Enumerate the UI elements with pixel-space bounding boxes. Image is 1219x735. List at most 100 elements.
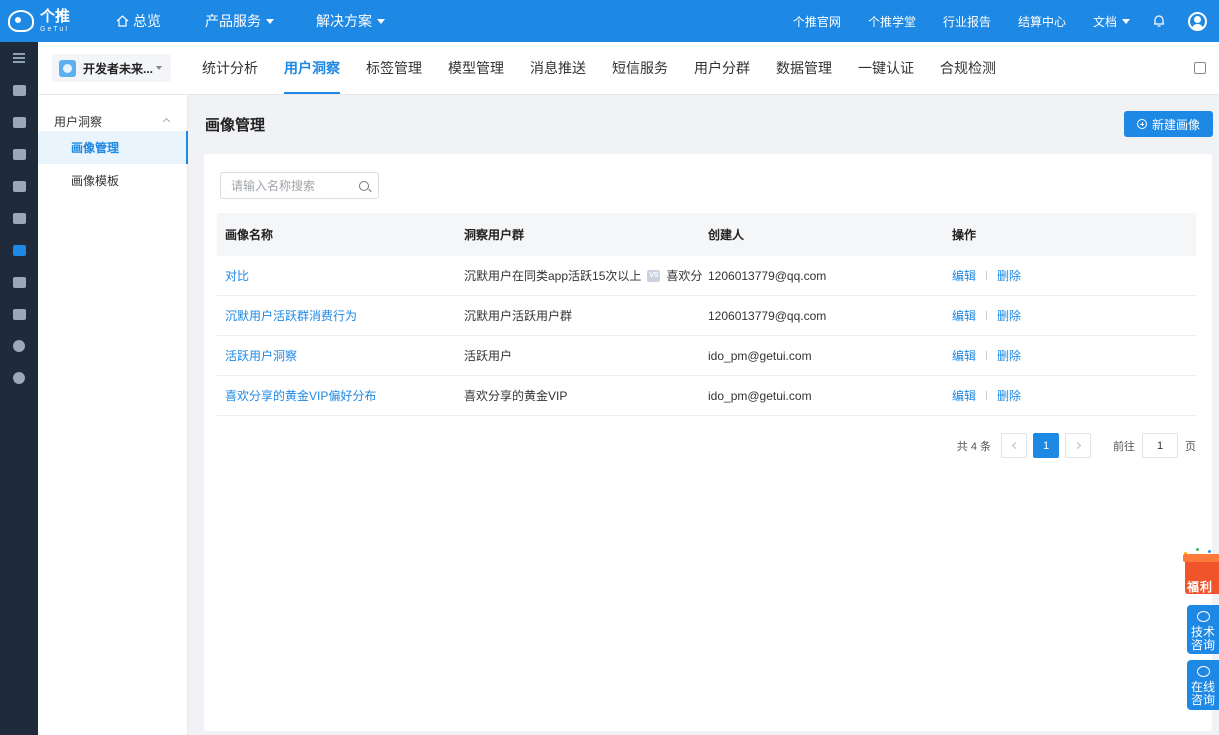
edit-link[interactable]: 编辑	[952, 387, 976, 404]
logo-text: 个推	[40, 8, 71, 25]
caret-down-icon	[1122, 18, 1130, 24]
nav-solutions[interactable]: 解决方案	[316, 11, 385, 31]
link-academy[interactable]: 个推学堂	[868, 13, 916, 30]
submenu-item-profile-management[interactable]: 画像管理	[38, 131, 188, 164]
profile-name-link[interactable]: 沉默用户活跃群消费行为	[225, 309, 357, 323]
sidebar-push[interactable]	[0, 266, 38, 298]
sidebar-auth[interactable]	[0, 330, 38, 362]
logo[interactable]: 个推 GeTuI	[0, 0, 100, 42]
row-actions: 编辑 删除	[952, 347, 1196, 364]
tab-compliance[interactable]: 合规检测	[940, 42, 996, 95]
hamburger-icon	[13, 53, 25, 63]
menu-toggle[interactable]	[0, 42, 38, 74]
tab-push[interactable]: 消息推送	[530, 42, 586, 95]
column-header-actions: 操作	[952, 228, 977, 242]
user-insight-icon	[12, 244, 26, 256]
edit-link[interactable]: 编辑	[952, 307, 976, 324]
link-billing[interactable]: 结算中心	[1018, 13, 1066, 30]
tech-consult-button[interactable]: 技术咨询	[1187, 605, 1219, 654]
tab-data[interactable]: 数据管理	[776, 42, 832, 95]
edit-link[interactable]: 编辑	[952, 267, 976, 284]
tab-models[interactable]: 模型管理	[448, 42, 504, 95]
search-icon[interactable]	[359, 180, 369, 191]
gift-lid	[1183, 554, 1219, 562]
column-header-name: 画像名称	[225, 228, 274, 242]
fullscreen-icon[interactable]	[1194, 62, 1206, 74]
goto-page-input[interactable]	[1142, 433, 1178, 458]
product-header: 开发者未来... 统计分析 用户洞察 标签管理 模型管理 消息推送 短信服务 用…	[38, 42, 1219, 95]
delete-link[interactable]: 删除	[997, 267, 1021, 284]
prev-page-button[interactable]	[1001, 433, 1027, 458]
page-title: 画像管理	[205, 117, 266, 134]
link-industry-report[interactable]: 行业报告	[943, 13, 991, 30]
insight-group: 活跃用户	[464, 349, 513, 363]
edit-link[interactable]: 编辑	[952, 347, 976, 364]
sidebar-data[interactable]	[0, 298, 38, 330]
row-actions: 编辑 删除	[952, 307, 1196, 324]
caret-down-icon	[266, 18, 274, 24]
action-divider	[986, 271, 988, 280]
profile-name-link[interactable]: 对比	[225, 269, 249, 283]
sidebar-message[interactable]	[0, 170, 38, 202]
new-profile-button[interactable]: 新建画像	[1124, 111, 1213, 137]
tab-segments[interactable]: 用户分群	[694, 42, 750, 95]
page-number-current[interactable]: 1	[1033, 433, 1059, 458]
home-icon	[116, 15, 129, 27]
action-divider	[986, 351, 988, 360]
auth-icon	[13, 340, 25, 352]
tab-statistics[interactable]: 统计分析	[202, 42, 258, 95]
user-avatar-icon[interactable]	[1188, 11, 1207, 31]
logo-subtext: GeTuI	[40, 26, 70, 33]
sidebar-user-insight[interactable]	[0, 234, 38, 266]
tab-auth[interactable]: 一键认证	[858, 42, 914, 95]
next-page-button[interactable]	[1065, 433, 1091, 458]
sidebar-report[interactable]	[0, 106, 38, 138]
delete-link[interactable]: 删除	[997, 307, 1021, 324]
icon-sidebar	[0, 42, 38, 735]
push-icon	[12, 276, 26, 288]
delete-link[interactable]: 删除	[997, 347, 1021, 364]
sidebar-user-stats[interactable]	[0, 74, 38, 106]
online-consult-button[interactable]: 在线咨询	[1187, 660, 1219, 710]
logo-icon	[8, 10, 34, 32]
nav-products[interactable]: 产品服务	[205, 11, 274, 31]
bell-icon[interactable]	[1152, 14, 1166, 28]
insight-group: 沉默用户活跃用户群	[464, 309, 573, 323]
profile-name-link[interactable]: 喜欢分享的黄金VIP偏好分布	[225, 389, 376, 403]
pagination: 共 4 条 1 前往 页	[957, 433, 1196, 458]
sidebar-check[interactable]	[0, 362, 38, 394]
confetti-dot	[1196, 548, 1199, 551]
link-official-site[interactable]: 个推官网	[793, 13, 841, 30]
goto-label: 前往	[1113, 440, 1135, 453]
creator: 1206013779@qq.com	[708, 268, 827, 283]
delete-link[interactable]: 删除	[997, 387, 1021, 404]
goto-unit: 页	[1185, 440, 1196, 453]
profile-name-link[interactable]: 活跃用户洞察	[225, 349, 297, 363]
sidebar-tag[interactable]	[0, 138, 38, 170]
caret-down-icon	[156, 66, 163, 70]
link-docs[interactable]: 文档	[1093, 13, 1130, 30]
chart-icon	[12, 212, 26, 224]
sidebar-chart[interactable]	[0, 202, 38, 234]
top-nav: 总览 产品服务 解决方案	[100, 0, 427, 42]
search-input[interactable]	[221, 173, 351, 198]
tab-tags[interactable]: 标签管理	[366, 42, 422, 95]
tag-icon	[12, 148, 26, 160]
tab-sms[interactable]: 短信服务	[612, 42, 668, 95]
chevron-left-icon	[1011, 441, 1019, 450]
search-box	[220, 172, 379, 199]
wechat-icon	[1196, 611, 1210, 622]
submenu-item-profile-template[interactable]: 画像模板	[38, 164, 187, 197]
sub-menu: 用户洞察 画像管理 画像模板	[38, 95, 188, 735]
vs-icon: VS	[647, 269, 661, 282]
table-header: 画像名称 洞察用户群 创建人 操作	[217, 213, 1196, 256]
caret-down-icon	[377, 18, 385, 24]
app-icon	[59, 59, 76, 77]
action-divider	[986, 391, 988, 400]
welfare-gift-button[interactable]: 福利	[1183, 548, 1219, 596]
app-selector[interactable]: 开发者未来...	[52, 54, 171, 82]
chevron-right-icon	[1073, 441, 1081, 450]
tab-user-insight[interactable]: 用户洞察	[284, 42, 340, 95]
nav-overview[interactable]: 总览	[116, 11, 161, 31]
row-actions: 编辑 删除	[952, 267, 1196, 284]
